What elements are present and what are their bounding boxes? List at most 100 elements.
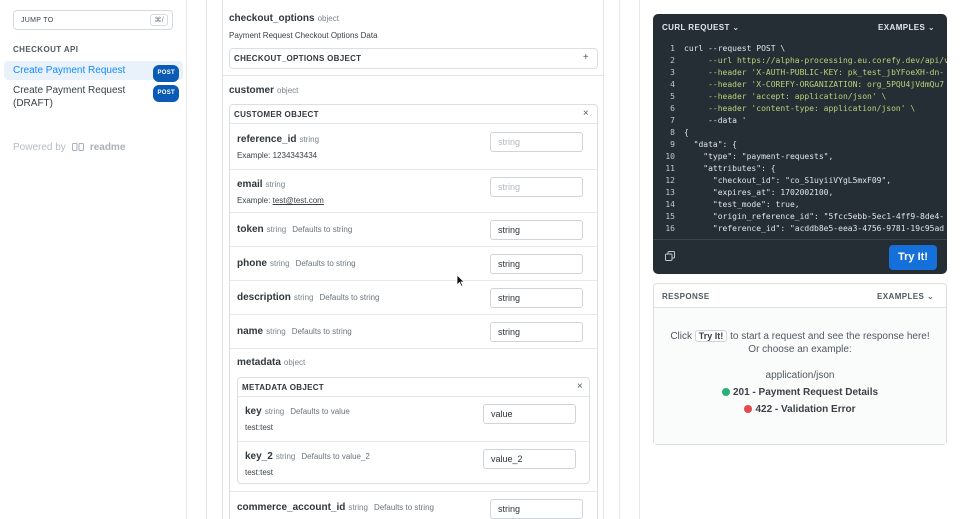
param-default: Defaults to string <box>373 503 434 512</box>
code-text: "checkout_id": "co_S1uyiiVYgL5mxF09", <box>684 176 892 185</box>
line-number: 12 <box>665 176 675 185</box>
line-number: 5 <box>670 92 675 101</box>
code-line: 6 --header 'content-type: application/js… <box>653 103 947 115</box>
param-type: string <box>348 503 368 512</box>
example-label: Example: <box>237 151 271 160</box>
code-panel-header: CURL REQUEST ⌄ EXAMPLES ⌄ <box>653 14 947 41</box>
code-text: "origin_reference_id": "5fcc5ebb-5ec1-4f… <box>684 212 945 221</box>
checkout-options-object-toggle[interactable]: CHECKOUT_OPTIONS OBJECT + <box>229 48 598 69</box>
collapse-close-icon[interactable]: × <box>583 108 589 119</box>
reference-id-input[interactable]: string <box>490 132 583 152</box>
code-block[interactable]: 1 curl --request POST \ 2 --url https://al… <box>653 43 947 235</box>
field-note: test:test <box>245 468 274 477</box>
field-row-metadata: metadata object METADATA OBJECT × key stri… <box>230 348 597 491</box>
field-row-email: email string Example: test@test.com strin… <box>230 169 597 212</box>
response-examples-dropdown[interactable]: EXAMPLES ⌄ <box>877 292 934 301</box>
param-checkout-options: checkout_options object <box>229 13 339 24</box>
param-type: object <box>283 358 306 367</box>
code-line: 8{ <box>653 127 947 139</box>
code-text: curl --request POST \ <box>684 44 786 53</box>
example-422[interactable]: 422 - Validation Error <box>654 404 946 415</box>
param-type: string <box>293 293 314 302</box>
object-label: CHECKOUT_OPTIONS OBJECT <box>234 54 362 63</box>
code-text: "test_mode": true, <box>684 200 800 209</box>
example-value: 1234343434 <box>272 151 318 160</box>
code-text: "reference_id": "acddb8e5-eea3-4756-9781… <box>684 224 945 233</box>
example-label: 422 - Validation Error <box>755 404 856 415</box>
jump-to-label: JUMP TO <box>21 16 54 24</box>
jump-to-search[interactable]: JUMP TO ⌘/ <box>13 10 173 30</box>
line-number: 2 <box>670 56 675 65</box>
copy-icon[interactable] <box>665 251 675 261</box>
param-default: Defaults to string <box>295 259 356 268</box>
customer-object: CUSTOMER OBJECT × reference_id string Exa… <box>229 104 598 519</box>
code-line: 9 "data": { <box>653 139 947 151</box>
param-type: object <box>317 14 339 23</box>
code-panel-footer: Try It! <box>653 239 947 274</box>
key-input[interactable]: value <box>483 404 576 424</box>
line-number: 4 <box>670 80 675 89</box>
powered-by-readme[interactable]: Powered by readme <box>13 142 125 153</box>
param-type: object <box>277 86 299 95</box>
language-selector[interactable]: CURL REQUEST ⌄ <box>662 23 740 32</box>
sidebar-item-label: Create Payment Request <box>13 65 126 76</box>
status-error-dot-icon <box>744 405 753 413</box>
chevron-down-icon: ⌄ <box>926 292 934 301</box>
param-name: checkout_options <box>229 13 315 24</box>
curl-request-panel: CURL REQUEST ⌄ EXAMPLES ⌄ 1 curl --reques… <box>653 14 947 274</box>
examples-dropdown[interactable]: EXAMPLES ⌄ <box>878 23 935 32</box>
sidebar-section-heading: CHECKOUT API <box>13 45 79 54</box>
param-type: string <box>266 327 286 336</box>
code-line: 7 --data ' <box>653 115 947 127</box>
column-guide <box>206 0 207 519</box>
example-email-link[interactable]: test@test.com <box>273 196 324 205</box>
sidebar-item-create-payment-request[interactable]: Create Payment Request POST <box>4 61 183 82</box>
token-input[interactable]: string <box>490 220 583 240</box>
hint-choose-example: Or choose an example: <box>748 344 852 355</box>
try-it-inline-button[interactable]: Try It! <box>694 330 728 342</box>
email-input[interactable]: string <box>490 177 583 197</box>
method-badge: POST <box>153 65 179 82</box>
code-line: 12 "checkout_id": "co_S1uyiiVYgL5mxF09", <box>653 175 947 187</box>
param-default: Defaults to string <box>319 293 380 302</box>
key-2-input[interactable]: value_2 <box>483 449 576 469</box>
code-line: 15 "origin_reference_id": "5fcc5ebb-5ec1… <box>653 211 947 223</box>
response-hint: Click Try It! to start a request and see… <box>654 330 946 342</box>
param-name: email <box>237 179 263 190</box>
sidebar-item-create-payment-request-draft[interactable]: Create Payment Request (DRAFT) POST <box>4 81 183 113</box>
param-name: phone <box>237 258 267 269</box>
code-text: --header 'content-type: application/json… <box>684 104 916 113</box>
description-input[interactable]: string <box>490 288 583 308</box>
body-params-panel: checkout_options object Payment Request C… <box>222 0 604 519</box>
code-text: "type": "payment-requests", <box>684 152 834 161</box>
name-input[interactable]: string <box>490 322 583 342</box>
param-name: metadata <box>237 357 281 368</box>
language-label: CURL REQUEST <box>662 23 730 32</box>
field-row-token: token string Defaults to string string <box>230 212 597 246</box>
code-line: 1 curl --request POST \ <box>653 43 947 55</box>
response-header: RESPONSE EXAMPLES ⌄ <box>654 284 946 308</box>
commerce-account-id-input[interactable]: string <box>490 499 583 519</box>
collapse-close-icon[interactable]: × <box>577 381 583 392</box>
code-text: --data ' <box>684 116 747 125</box>
code-line: 5 --header 'accept: application/json' \ <box>653 91 947 103</box>
response-title: RESPONSE <box>662 292 710 301</box>
code-text: { <box>684 128 689 137</box>
code-line: 13 "expires_at": 1702002100, <box>653 187 947 199</box>
sidebar-item-label: Create Payment Request (DRAFT) <box>13 85 126 109</box>
chevron-down-icon: ⌄ <box>927 23 935 32</box>
expand-plus-icon[interactable]: + <box>583 52 589 63</box>
param-name: customer <box>229 85 275 96</box>
param-type: string <box>264 407 285 416</box>
content-type-label: application/json <box>765 370 835 381</box>
code-text: "attributes": { <box>684 164 776 173</box>
param-name: key_2 <box>245 451 273 462</box>
sidebar: JUMP TO ⌘/ CHECKOUT API Create Payment R… <box>0 0 187 519</box>
line-number: 10 <box>665 152 675 161</box>
phone-input[interactable]: string <box>490 254 583 274</box>
metadata-object: METADATA OBJECT × key string Defaults to v… <box>237 377 590 484</box>
try-it-button[interactable]: Try It! <box>889 245 937 270</box>
example-201[interactable]: 201 - Payment Request Details <box>654 387 946 398</box>
line-number: 3 <box>670 68 675 77</box>
code-line: 2 --url https://alpha-processing.eu.core… <box>653 55 947 67</box>
